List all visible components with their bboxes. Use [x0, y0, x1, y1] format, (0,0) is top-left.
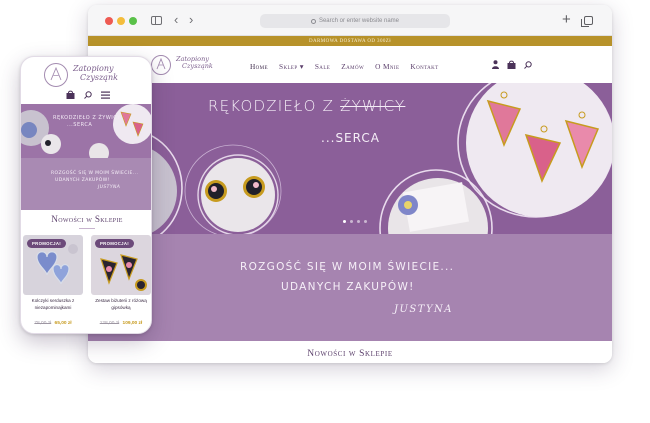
- hero-slider[interactable]: RĘKODZIEŁO Z ŻYWICY ...SERCA: [88, 83, 612, 234]
- section-heading-new-products: Nowości w Sklepie: [307, 349, 393, 359]
- signature: JUSTYNA: [394, 304, 454, 315]
- mobile-hero-artwork: [21, 104, 151, 158]
- nav-sale[interactable]: Sale: [315, 62, 330, 71]
- bag-icon[interactable]: [66, 90, 75, 99]
- forward-arrow-icon[interactable]: ›: [189, 13, 193, 27]
- promo-badge: PROMOCJA!: [95, 239, 134, 248]
- site-header: Zatopiony Czysząnk Home Sklep ▾ Sale Zam…: [88, 46, 612, 83]
- address-bar-placeholder: Search or enter website name: [318, 18, 400, 24]
- hero-title-struck: ŻYWICY: [340, 97, 406, 115]
- user-icon[interactable]: [492, 60, 499, 69]
- mobile-hero-title: RĘKODZIEŁO Z ŻYWICY: [53, 115, 121, 121]
- promo-badge: PROMOCJA!: [27, 239, 66, 248]
- welcome-quote-band: ROZGOŚĆ SIĘ W MOIM ŚWIECIE... UDANYCH ZA…: [88, 234, 612, 341]
- old-price: 78,00 zł: [34, 321, 52, 326]
- nav-shop[interactable]: Sklep ▾: [279, 62, 304, 71]
- mobile-hero-subtitle: ...SERCA: [67, 122, 93, 128]
- close-window-button[interactable]: [105, 17, 113, 25]
- header-icons: [492, 60, 532, 69]
- nav-home[interactable]: Home: [250, 62, 268, 71]
- mobile-site-logo[interactable]: Zatopiony Czysząnk: [43, 61, 143, 89]
- back-arrow-icon[interactable]: ‹: [174, 13, 178, 27]
- product-image[interactable]: PROMOCJA!: [23, 235, 83, 295]
- main-navigation: Home Sklep ▾ Sale Zamów O Mnie Kontakt: [250, 62, 450, 71]
- mobile-welcome-quote: ROZGOŚĆ SIĘ W MOIM ŚWIECIE... UDANYCH ZA…: [21, 158, 151, 210]
- product-name[interactable]: Kolczyki serduszka z niezapominajkami: [23, 298, 83, 311]
- mobile-header-icons: [66, 90, 110, 99]
- mobile-preview: Zatopiony Czysząnk RĘKODZIEŁO Z ŻYWICY .…: [20, 56, 152, 334]
- hero-subtitle: ...SERCA: [321, 131, 380, 145]
- old-price: 128,00 zł: [99, 321, 120, 326]
- free-shipping-text: DARMOWA DOSTAWA OD 300Zł: [309, 38, 391, 44]
- new-products-section: Nowości w Sklepie: [88, 341, 612, 363]
- slider-pagination: [343, 220, 367, 223]
- logo-wordmark: Zatopiony Czysząnk: [73, 64, 118, 82]
- hamburger-menu-icon[interactable]: [101, 91, 110, 99]
- slider-dot[interactable]: [343, 220, 346, 223]
- slider-dot[interactable]: [364, 220, 367, 223]
- product-card[interactable]: PROMOCJA! Zestaw biżuterii z różową gips…: [91, 235, 151, 331]
- hero-title-start: RĘKODZIEŁO Z: [208, 97, 335, 115]
- logo-emblem-icon: [44, 63, 68, 87]
- mobile-hero-slider[interactable]: RĘKODZIEŁO Z ŻYWICY ...SERCA: [21, 104, 151, 158]
- bag-icon[interactable]: [507, 60, 516, 69]
- mobile-quote-line-2: UDANYCH ZAKUPÓW!: [55, 178, 110, 183]
- welcome-quote-line-1: ROZGOŚĆ SIĘ W MOIM ŚWIECIE...: [240, 261, 455, 273]
- address-bar[interactable]: Search or enter website name: [260, 14, 450, 28]
- sale-price: 109,00 zł: [122, 321, 143, 326]
- search-icon: [310, 18, 316, 24]
- mobile-quote-line-1: ROZGOŚĆ SIĘ W MOIM ŚWIECIE...: [51, 171, 139, 176]
- slider-dot[interactable]: [350, 220, 353, 223]
- slider-dot[interactable]: [357, 220, 360, 223]
- nav-order[interactable]: Zamów: [341, 62, 364, 71]
- product-card[interactable]: PROMOCJA! Kolczyki serduszka z niezapomi…: [23, 235, 83, 331]
- logo-line-2: Czysząnk: [182, 62, 213, 70]
- mobile-section-heading: Nowości w Sklepie: [51, 214, 123, 224]
- desktop-browser-window: ‹ › Search or enter website name + DARMO…: [88, 5, 612, 363]
- nav-contact[interactable]: Kontakt: [410, 62, 438, 71]
- hero-title: RĘKODZIEŁO Z ŻYWICY: [208, 97, 405, 115]
- free-shipping-bar: DARMOWA DOSTAWA OD 300Zł: [88, 36, 612, 46]
- search-icon[interactable]: [84, 90, 92, 99]
- search-icon[interactable]: [524, 60, 532, 69]
- product-name[interactable]: Zestaw biżuterii z różową gipsówką: [91, 298, 151, 311]
- product-image[interactable]: PROMOCJA!: [91, 235, 151, 295]
- zoom-window-button[interactable]: [129, 17, 137, 25]
- logo-line-2: Czysząnk: [80, 73, 118, 82]
- new-tab-icon[interactable]: +: [562, 11, 571, 28]
- logo-emblem-icon: [151, 55, 171, 75]
- product-price: 128,00 zł 109,00 zł: [91, 321, 151, 326]
- heading-divider: [79, 228, 95, 229]
- sidebar-toggle-icon[interactable]: [151, 16, 162, 25]
- minimize-window-button[interactable]: [117, 17, 125, 25]
- browser-toolbar: ‹ › Search or enter website name +: [88, 5, 612, 36]
- tab-overview-icon[interactable]: [581, 16, 593, 27]
- sale-price: 65,00 zł: [54, 321, 72, 326]
- nav-about[interactable]: O Mnie: [375, 62, 399, 71]
- mobile-signature: JUSTYNA: [98, 185, 121, 190]
- logo-wordmark: Zatopiony Czysząnk: [176, 56, 213, 70]
- site-logo[interactable]: Zatopiony Czysząnk: [150, 54, 225, 76]
- welcome-quote-line-2: UDANYCH ZAKUPÓW!: [281, 281, 415, 293]
- product-price: 78,00 zł 65,00 zł: [23, 321, 83, 326]
- logo-line-1: Zatopiony: [73, 64, 114, 73]
